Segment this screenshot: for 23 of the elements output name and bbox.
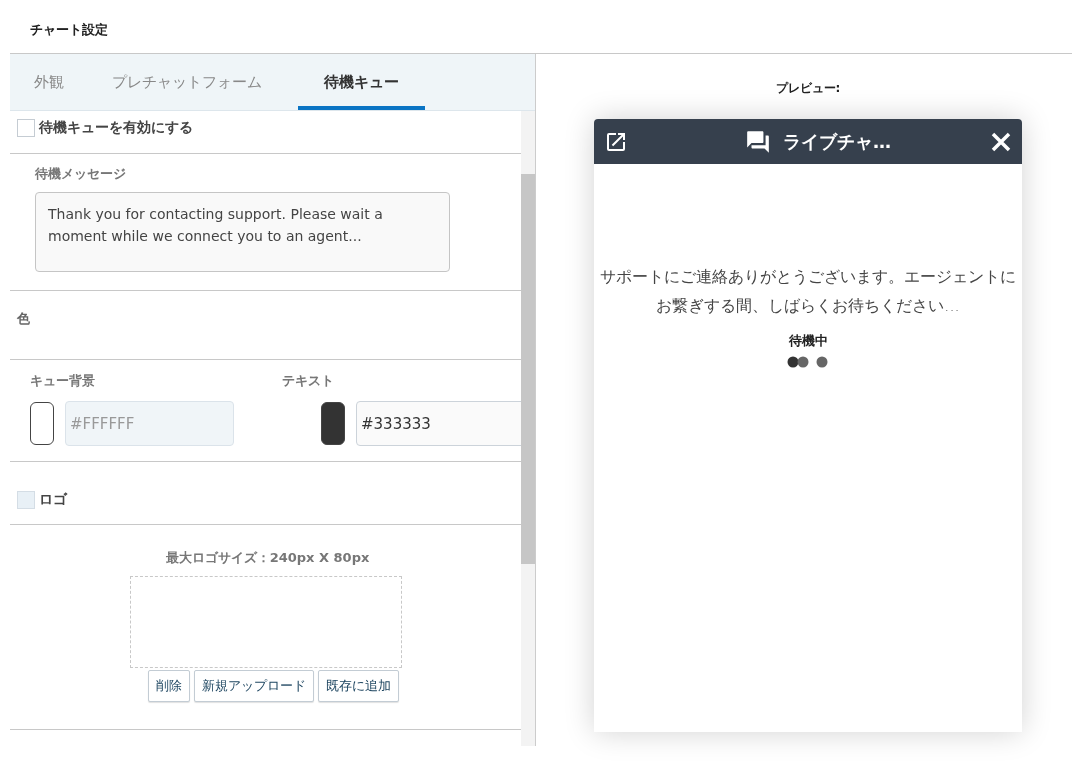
logo-size-hint: 最大ロゴサイズ：240px X 80px — [165, 549, 370, 567]
section-heading: 色 — [17, 310, 31, 328]
chat-title: ライブチャ… — [783, 129, 891, 154]
color-input[interactable]: #333333 — [356, 401, 521, 446]
field-label: キュー背景 — [30, 372, 96, 390]
typing-dots-icon — [787, 356, 829, 368]
logo-drop-area[interactable] — [129, 576, 402, 668]
scrollbar-thumb[interactable] — [521, 174, 535, 564]
checkbox-label: 待機キューを有効にする — [39, 119, 193, 137]
chat-bubbles-icon — [745, 128, 771, 155]
color-swatch[interactable] — [321, 402, 345, 445]
close-icon[interactable] — [990, 130, 1012, 153]
field-label: テキスト — [282, 372, 335, 390]
waiting-status: 待機中 — [788, 332, 828, 350]
page-title: チャート設定 — [30, 20, 108, 39]
waiting-message: サポートにご連絡ありがとうございます。エージェントにお繋ぎする間、しばらくお待ちください... — [599, 266, 1017, 317]
checkbox[interactable] — [17, 119, 35, 137]
field-label: 待機メッセージ — [35, 165, 127, 183]
tab[interactable]: 待機キュー — [298, 54, 425, 110]
message-input[interactable]: Thank you for contacting support. Please wait a moment while we connect you to an agent... — [35, 192, 450, 272]
checkbox-label: ロゴ — [39, 491, 67, 509]
scrollbar[interactable] — [521, 111, 535, 746]
preview-label: プレビュー: — [775, 80, 841, 97]
